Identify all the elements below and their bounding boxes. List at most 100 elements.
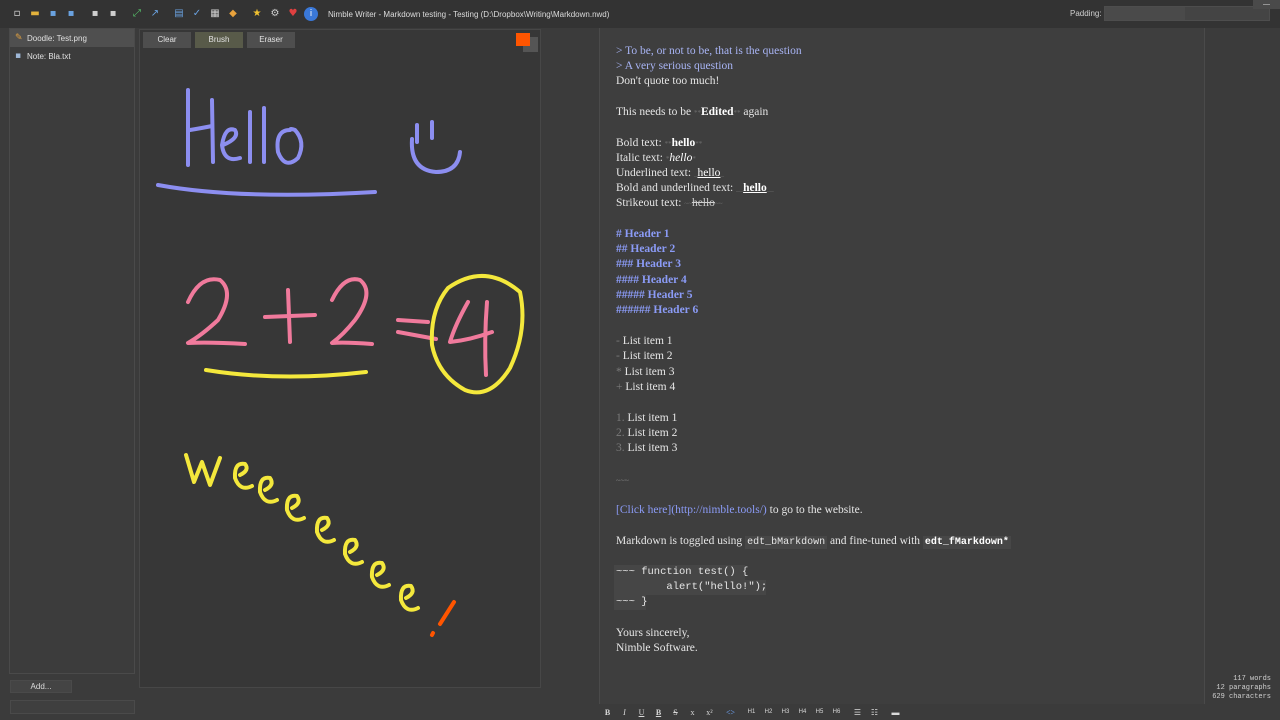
document-item-note[interactable]: ▪ Note: Bla.txt <box>10 47 134 65</box>
doodle-stroke-exclaim <box>430 600 456 637</box>
add-document-icon[interactable]: ▪ <box>88 7 102 21</box>
markdown-marker: ~~ <box>684 200 692 208</box>
markdown-editor[interactable]: > To be, or not to be, that is the quest… <box>599 28 1205 704</box>
document-search-input[interactable] <box>10 700 135 714</box>
italic-word: hello <box>669 152 693 164</box>
numbered-list-button[interactable]: ☷ <box>867 706 882 719</box>
quote-line: > To be, or not to be, that is the quest… <box>616 45 802 57</box>
remove-document-icon[interactable]: ▪ <box>106 7 120 21</box>
markdown-marker: * <box>692 155 696 163</box>
italic-button[interactable]: I <box>617 706 632 719</box>
text-segment: Strikeout text: <box>616 197 685 209</box>
save-all-icon[interactable]: ▪ <box>64 7 78 21</box>
add-document-button[interactable]: Add... <box>10 680 72 693</box>
markdown-marker: ** <box>695 140 703 148</box>
star-icon[interactable]: ★ <box>250 7 264 21</box>
text-segment: Bold and underlined text: <box>616 182 737 194</box>
doodle-canvas[interactable] <box>140 30 542 689</box>
h5-button[interactable]: H5 <box>812 706 827 719</box>
markdown-marker: _ <box>720 170 724 178</box>
link-line: [Click here](http://nimble.tools/) to go… <box>616 503 863 518</box>
horizontal-rule: ~~~ <box>616 476 629 485</box>
strikeout-example-line: Strikeout text: ~~hello~~ <box>616 196 723 211</box>
brush-button[interactable]: Brush <box>195 32 243 48</box>
doodle-panel: Clear Brush Eraser <box>139 29 541 688</box>
h1-button[interactable]: H1 <box>744 706 759 719</box>
format-toolbar: B I U B Sx x² <> H1 H2 H3 H4 H5 H6 ☰ ☷ ▬ <box>600 705 905 720</box>
h6-button[interactable]: H6 <box>829 706 844 719</box>
list-item-text: List item 2 <box>627 427 678 439</box>
text-segment: Italic text: <box>616 152 666 164</box>
text-segment: again <box>740 106 769 118</box>
fullscreen-icon[interactable]: ⤢ <box>130 7 144 21</box>
document-item-doodle[interactable]: ✎ Doodle: Test.png <box>10 29 134 47</box>
save-icon[interactable]: ▪ <box>46 7 60 21</box>
list-item-text: List item 2 <box>622 350 673 362</box>
text-line: Nimble Software. <box>616 642 698 654</box>
bold-word: Edited <box>700 106 734 118</box>
eraser-button[interactable]: Eraser <box>247 32 295 48</box>
word-count: 117 words <box>1233 675 1271 683</box>
clear-button[interactable]: Clear <box>143 32 191 48</box>
padding-slider-fill <box>1105 7 1185 20</box>
settings-gear-icon[interactable]: ⚙ <box>268 7 282 21</box>
text-segment: Bold text: <box>616 137 665 149</box>
underlined-word: hello <box>697 167 721 179</box>
list-marker: 3. <box>616 442 625 454</box>
horizontal-rule-button[interactable]: ▬ <box>888 706 903 719</box>
markdown-marker: ~~ <box>714 200 723 208</box>
doodle-stroke-math <box>186 277 494 377</box>
list-item: + List item 4 <box>616 380 675 395</box>
text-line: Don't quote too much! <box>616 75 720 87</box>
strikeout-word: hello <box>691 197 715 209</box>
edited-line: This needs to be **Edited** again <box>616 105 768 120</box>
book-icon[interactable]: ▤ <box>172 7 186 21</box>
text-segment: to go to the website. <box>766 504 863 516</box>
underline-button[interactable]: U <box>634 706 649 719</box>
bold-underline-button[interactable]: B <box>651 706 666 719</box>
list-item-text: List item 1 <box>622 335 673 347</box>
h3-button[interactable]: H3 <box>778 706 793 719</box>
list-item: 3. List item 3 <box>616 441 677 456</box>
h2-button[interactable]: H2 <box>761 706 776 719</box>
info-icon[interactable]: i <box>304 7 318 21</box>
close-window-icon[interactable]: — <box>1253 0 1280 9</box>
italic-example-line: Italic text: *hello* <box>616 151 696 166</box>
h4-button[interactable]: H4 <box>795 706 810 719</box>
list-item: - List item 1 <box>616 334 673 349</box>
padding-slider[interactable] <box>1104 6 1270 21</box>
markdown-marker: ** <box>733 109 741 117</box>
sort-icon[interactable]: ↗ <box>148 7 162 21</box>
markdown-link[interactable]: [Click here](http://nimble.tools/) <box>616 504 767 516</box>
bold-underline-example-line: Bold and underlined text: __hello__ <box>616 181 774 196</box>
code-button[interactable]: <> <box>723 706 738 719</box>
list-item-text: List item 3 <box>627 442 678 454</box>
strikeout-button[interactable]: S <box>668 706 683 719</box>
open-folder-icon[interactable]: ▬ <box>28 7 42 21</box>
inline-code: edt_bMarkdown <box>745 536 828 549</box>
new-file-icon[interactable]: ▫ <box>10 7 24 21</box>
toolbar-icon-group: ▫ ▬ ▪ ▪ ▪ ▪ ⤢ ↗ ▤ ✓ ▦ ◆ ★ ⚙ ♥ i <box>10 7 322 21</box>
header-line: # Header 1 <box>616 228 670 240</box>
header-line: #### Header 4 <box>616 274 687 286</box>
primary-color-swatch[interactable] <box>516 33 530 46</box>
window-title: Nimble Writer - Markdown testing - Testi… <box>328 9 610 19</box>
heart-icon[interactable]: ♥ <box>286 7 300 21</box>
text-segment: Underlined text: <box>616 167 694 179</box>
spellcheck-icon[interactable]: ✓ <box>190 7 204 21</box>
tag-icon[interactable]: ◆ <box>226 7 240 21</box>
bold-word: hello <box>671 137 696 149</box>
doodle-stroke-answer <box>184 274 525 612</box>
bold-button[interactable]: B <box>600 706 615 719</box>
bold-example-line: Bold text: **hello** <box>616 136 702 151</box>
inline-code: edt_fMarkdown* <box>922 536 1011 549</box>
text-line: Yours sincerely, <box>616 627 690 639</box>
subscript-button[interactable]: x <box>685 706 700 719</box>
document-properties-icon[interactable]: ▦ <box>208 7 222 21</box>
document-item-label: Note: Bla.txt <box>27 51 71 61</box>
header-line: ## Header 2 <box>616 243 676 255</box>
quote-line: > A very serious question <box>616 60 734 72</box>
header-line: ##### Header 5 <box>616 289 693 301</box>
superscript-button[interactable]: x² <box>702 706 717 719</box>
bullet-list-button[interactable]: ☰ <box>850 706 865 719</box>
